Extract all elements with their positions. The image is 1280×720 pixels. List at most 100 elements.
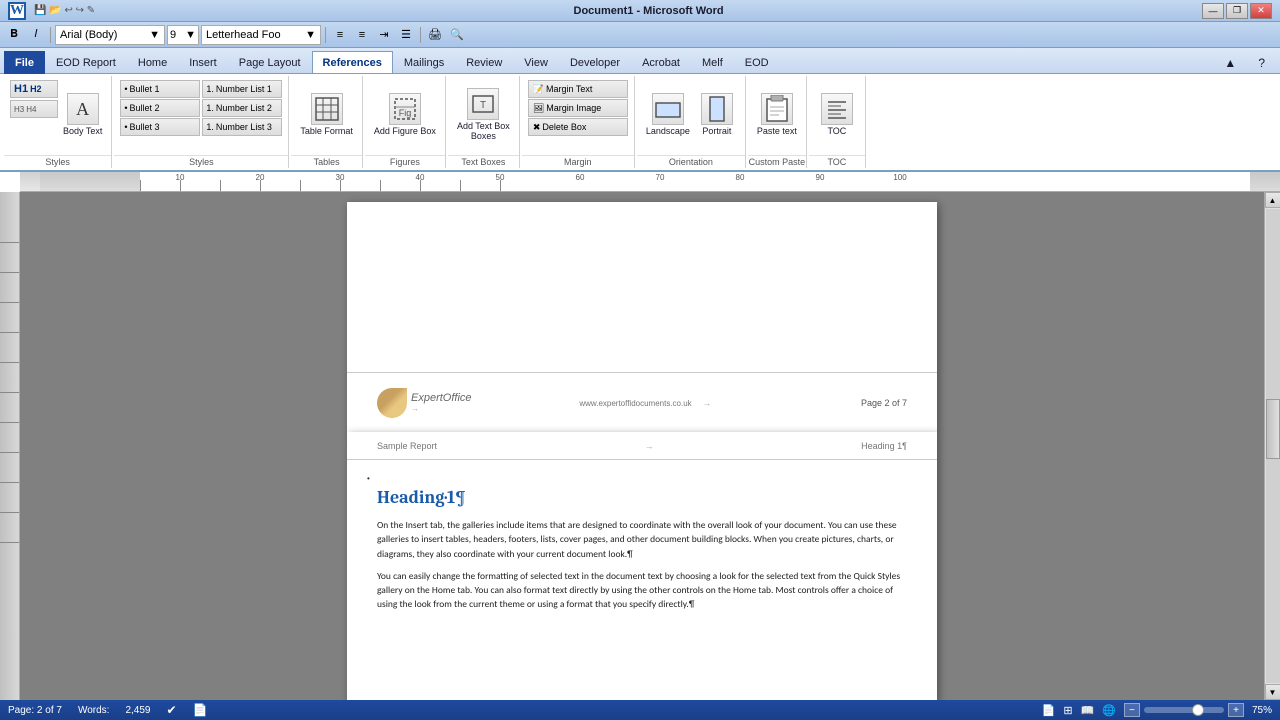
- style-selector[interactable]: Letterhead Foo ▼: [201, 25, 321, 45]
- title-bar-left: W 💾 📂 ↩ ↪ ✎: [8, 2, 95, 20]
- bullet-marker: •: [367, 474, 370, 483]
- view-web-icon[interactable]: 🌐: [1102, 704, 1116, 717]
- view-normal-icon[interactable]: 📄: [1042, 704, 1056, 717]
- margin-image-button[interactable]: 🖼 Margin Image: [528, 99, 628, 117]
- minimize-button[interactable]: —: [1202, 3, 1224, 19]
- ribbon-content: H1 H2 H3 H4 A Body Text Styles •: [0, 74, 1280, 172]
- portrait-button[interactable]: Portrait: [695, 80, 739, 150]
- portrait-icon: [701, 93, 733, 125]
- tab-review[interactable]: Review: [455, 51, 513, 73]
- scroll-track[interactable]: [1266, 209, 1280, 683]
- zoom-slider[interactable]: [1144, 707, 1224, 713]
- toc-button[interactable]: TOC: [815, 80, 859, 150]
- ribbon-group-toc: TOC TOC: [809, 76, 866, 168]
- page-number: Page 2 of 7: [861, 398, 907, 408]
- bullet1-button[interactable]: • Bullet 1: [120, 80, 200, 98]
- h3-label[interactable]: H3: [14, 105, 24, 114]
- tab-acrobat[interactable]: Acrobat: [631, 51, 691, 73]
- table-format-icon: [311, 93, 343, 125]
- help-button[interactable]: ?: [1247, 51, 1276, 73]
- footer-url: www.expertoffidocuments.co.uk: [579, 399, 691, 408]
- zoom-in-button[interactable]: +: [1228, 703, 1244, 717]
- print-preview-button[interactable]: 🔍: [447, 25, 467, 45]
- tab-page-layout[interactable]: Page Layout: [228, 51, 312, 73]
- align-center-button[interactable]: ≡: [352, 25, 372, 45]
- scroll-up-button[interactable]: ▲: [1265, 192, 1280, 208]
- tab-file[interactable]: File: [4, 51, 45, 74]
- font-size-input[interactable]: 9 ▼: [167, 25, 199, 45]
- bullets-toolbar-button[interactable]: ☰: [396, 25, 416, 45]
- table-format-button[interactable]: Table Format: [297, 80, 356, 150]
- textboxes-group-label: Text Boxes: [448, 155, 519, 168]
- tab-eod-report[interactable]: EOD Report: [45, 51, 127, 73]
- tab-view[interactable]: View: [513, 51, 559, 73]
- tab-eod[interactable]: EOD: [734, 51, 780, 73]
- num2-icon: 1.: [206, 103, 214, 113]
- tab-melf[interactable]: Melf: [691, 51, 734, 73]
- zoom-slider-thumb[interactable]: [1192, 704, 1204, 716]
- main-area: ExpertOffice → www.expertoffidocuments.c…: [0, 192, 1280, 700]
- num1-button[interactable]: 1. Number List 1: [202, 80, 282, 98]
- page2-content[interactable]: • Heading·1¶ On the Insert tab, the gall…: [347, 460, 937, 640]
- size-dropdown-icon: ▼: [185, 29, 196, 41]
- italic-button[interactable]: 𝐼: [26, 25, 46, 45]
- ribbon-group-margin: 📝 Margin Text 🖼 Margin Image ✖ Delete Bo…: [522, 76, 635, 168]
- doc-info-icon[interactable]: 📄: [193, 703, 208, 717]
- font-selector[interactable]: Arial (Body) ▼: [55, 25, 165, 45]
- bold-button[interactable]: 𝐁: [4, 25, 24, 45]
- paste-text-button[interactable]: Paste text: [754, 80, 800, 150]
- print-button[interactable]: 🖨: [425, 25, 445, 45]
- tab-mailings[interactable]: Mailings: [393, 51, 455, 73]
- h1-h2-row: H1 H2: [10, 80, 58, 98]
- window-title: Document1 - Microsoft Word: [574, 5, 724, 17]
- page-1: ExpertOffice → www.expertoffidocuments.c…: [347, 202, 937, 432]
- h2-label[interactable]: H2: [30, 84, 42, 94]
- delete-box-button[interactable]: ✖ Delete Box: [528, 118, 628, 136]
- spell-check-icon[interactable]: ✔: [166, 703, 176, 717]
- scroll-thumb[interactable]: [1266, 399, 1280, 459]
- indent-button[interactable]: ⇥: [374, 25, 394, 45]
- ribbon-tabs: File EOD Report Home Insert Page Layout …: [0, 48, 1280, 74]
- tab-insert[interactable]: Insert: [178, 51, 228, 73]
- add-text-box-button[interactable]: T Add Text Box Boxes: [454, 80, 513, 150]
- vertical-scrollbar: ▲ ▼: [1264, 192, 1280, 700]
- h4-label[interactable]: H4: [26, 105, 36, 114]
- footer-arrow-left: →: [411, 404, 472, 413]
- tab-home[interactable]: Home: [127, 51, 178, 73]
- margin-text-button[interactable]: 📝 Margin Text: [528, 80, 628, 98]
- bullet1-icon: •: [124, 84, 127, 94]
- word-logo: W: [8, 2, 26, 20]
- landscape-label: Landscape: [646, 127, 690, 137]
- add-figure-box-label: Add Figure Box: [374, 127, 436, 137]
- tab-references[interactable]: References: [312, 51, 393, 74]
- body-text-button[interactable]: A Body Text: [60, 80, 105, 150]
- h1-label[interactable]: H1: [14, 83, 28, 95]
- landscape-button[interactable]: Landscape: [643, 80, 693, 150]
- zoom-out-button[interactable]: −: [1124, 703, 1140, 717]
- close-button[interactable]: ✕: [1250, 3, 1272, 19]
- num2-button[interactable]: 1. Number List 2: [202, 99, 282, 117]
- align-left-button[interactable]: ≡: [330, 25, 350, 45]
- style-dropdown-icon: ▼: [305, 29, 316, 41]
- add-figure-box-button[interactable]: Fig Add Figure Box: [371, 80, 439, 150]
- body-text-label: Body Text: [63, 127, 102, 137]
- view-read-icon[interactable]: 📖: [1081, 704, 1095, 717]
- paste-text-label: Paste text: [757, 127, 797, 137]
- bullet3-button[interactable]: • Bullet 3: [120, 118, 200, 136]
- view-layout-icon[interactable]: ⊞: [1063, 704, 1072, 717]
- num3-button[interactable]: 1. Number List 3: [202, 118, 282, 136]
- body-paragraph-1[interactable]: On the Insert tab, the galleries include…: [377, 518, 907, 561]
- add-figure-box-icon: Fig: [389, 93, 421, 125]
- restore-button[interactable]: ❐: [1226, 3, 1248, 19]
- status-bar: Page: 2 of 7 Words: 2,459 ✔ 📄 📄 ⊞ 📖 🌐 − …: [0, 700, 1280, 720]
- document-heading[interactable]: Heading·1¶: [377, 487, 907, 508]
- bullet2-button[interactable]: • Bullet 2: [120, 99, 200, 117]
- orientation-group-label: Orientation: [637, 155, 745, 168]
- scroll-down-button[interactable]: ▼: [1265, 684, 1280, 700]
- tab-developer[interactable]: Developer: [559, 51, 631, 73]
- page1-footer: ExpertOffice → www.expertoffidocuments.c…: [347, 372, 937, 432]
- expand-ribbon-button[interactable]: ▲: [1213, 51, 1247, 73]
- header-arrow: →: [645, 441, 654, 451]
- body-paragraph-2[interactable]: You can easily change the formatting of …: [377, 569, 907, 612]
- svg-text:Fig: Fig: [399, 108, 412, 118]
